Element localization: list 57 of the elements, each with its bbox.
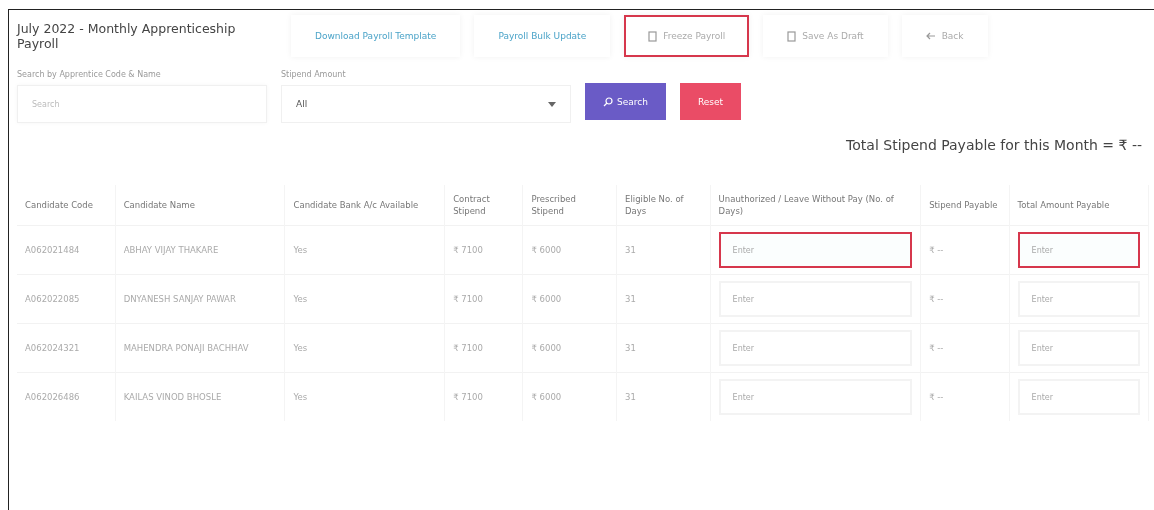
table-cell: DNYANESH SANJAY PAWAR bbox=[115, 274, 285, 324]
total-amount-field[interactable]: Enter bbox=[1017, 232, 1140, 268]
column-header: Eligible No. of Days bbox=[616, 185, 711, 226]
table-cell: ₹ 6000 bbox=[522, 323, 617, 373]
table-cell: ₹ 6000 bbox=[522, 225, 617, 275]
column-header: Candidate Bank A/c Available bbox=[285, 185, 445, 226]
table-cell: ABHAY VIJAY THAKARE bbox=[115, 225, 285, 275]
table-cell: ₹ 6000 bbox=[522, 274, 617, 324]
field-label: Stipend Amount bbox=[281, 70, 347, 79]
table-cell: 31 bbox=[616, 372, 711, 421]
table-cell: KAILAS VINOD BHOSLE bbox=[115, 372, 285, 421]
search-icon bbox=[603, 96, 613, 107]
column-header: Candidate Code bbox=[17, 185, 116, 226]
table-cell: MAHENDRA PONAJI BACHHAV bbox=[115, 323, 285, 373]
column-header: Stipend Payable bbox=[920, 185, 1010, 226]
table-cell: ₹ 7100 bbox=[444, 323, 523, 373]
stipend-dropdown[interactable]: All bbox=[281, 85, 571, 123]
column-header: Contract Stipend bbox=[444, 185, 523, 226]
table-cell: Yes bbox=[285, 274, 445, 324]
search-button[interactable]: Search bbox=[585, 83, 666, 120]
table-cell: A062021484 bbox=[17, 225, 116, 275]
table-cell: 31 bbox=[616, 225, 711, 275]
table-cell: ₹ 6000 bbox=[522, 372, 617, 421]
action-button[interactable]: Save As Draft bbox=[763, 15, 888, 57]
action-button[interactable]: Download Payroll Template bbox=[291, 15, 461, 57]
document-icon bbox=[648, 30, 658, 42]
table-cell: ₹ -- bbox=[920, 225, 1010, 275]
action-button[interactable]: Payroll Bulk Update bbox=[474, 15, 611, 57]
table-cell: ₹ 7100 bbox=[444, 274, 523, 324]
table-cell: A062026486 bbox=[17, 372, 116, 421]
field-label: Search by Apprentice Code & Name bbox=[17, 70, 162, 79]
search-field[interactable]: Search bbox=[17, 85, 267, 123]
column-header: Unauthorized / Leave Without Pay (No. of Days) bbox=[710, 185, 921, 226]
table-cell: ₹ -- bbox=[920, 323, 1010, 373]
table-cell: ₹ 7100 bbox=[444, 372, 523, 421]
back-arrow-icon bbox=[925, 32, 936, 40]
total-stipend-text: Total Stipend Payable for this Month = ₹ -- bbox=[845, 137, 1142, 153]
table-cell: ₹ -- bbox=[920, 274, 1010, 324]
table-cell: 31 bbox=[616, 323, 711, 373]
caret-icon bbox=[548, 101, 556, 107]
column-header: Total Amount Payable bbox=[1009, 185, 1149, 226]
column-header: Prescribed Stipend bbox=[522, 185, 617, 226]
table-cell: Yes bbox=[285, 225, 445, 275]
table-cell: 31 bbox=[616, 274, 711, 324]
reset-button[interactable]: Reset bbox=[679, 83, 742, 120]
table-cell: ₹ -- bbox=[920, 372, 1010, 421]
table-cell: Yes bbox=[285, 323, 445, 373]
table-cell: ₹ 7100 bbox=[444, 225, 523, 275]
page-title: July 2022 - Monthly Apprenticeship Payroll bbox=[17, 21, 237, 51]
action-button[interactable]: Freeze Payroll bbox=[624, 15, 750, 57]
table-cell: A062024321 bbox=[17, 323, 116, 373]
back-button[interactable]: Back bbox=[901, 15, 988, 57]
column-header: Candidate Name bbox=[115, 185, 285, 226]
leave-days-field[interactable]: Enter bbox=[718, 232, 913, 268]
table-cell: Yes bbox=[285, 372, 445, 421]
table-cell: A062022085 bbox=[17, 274, 116, 324]
document-icon bbox=[787, 30, 797, 42]
